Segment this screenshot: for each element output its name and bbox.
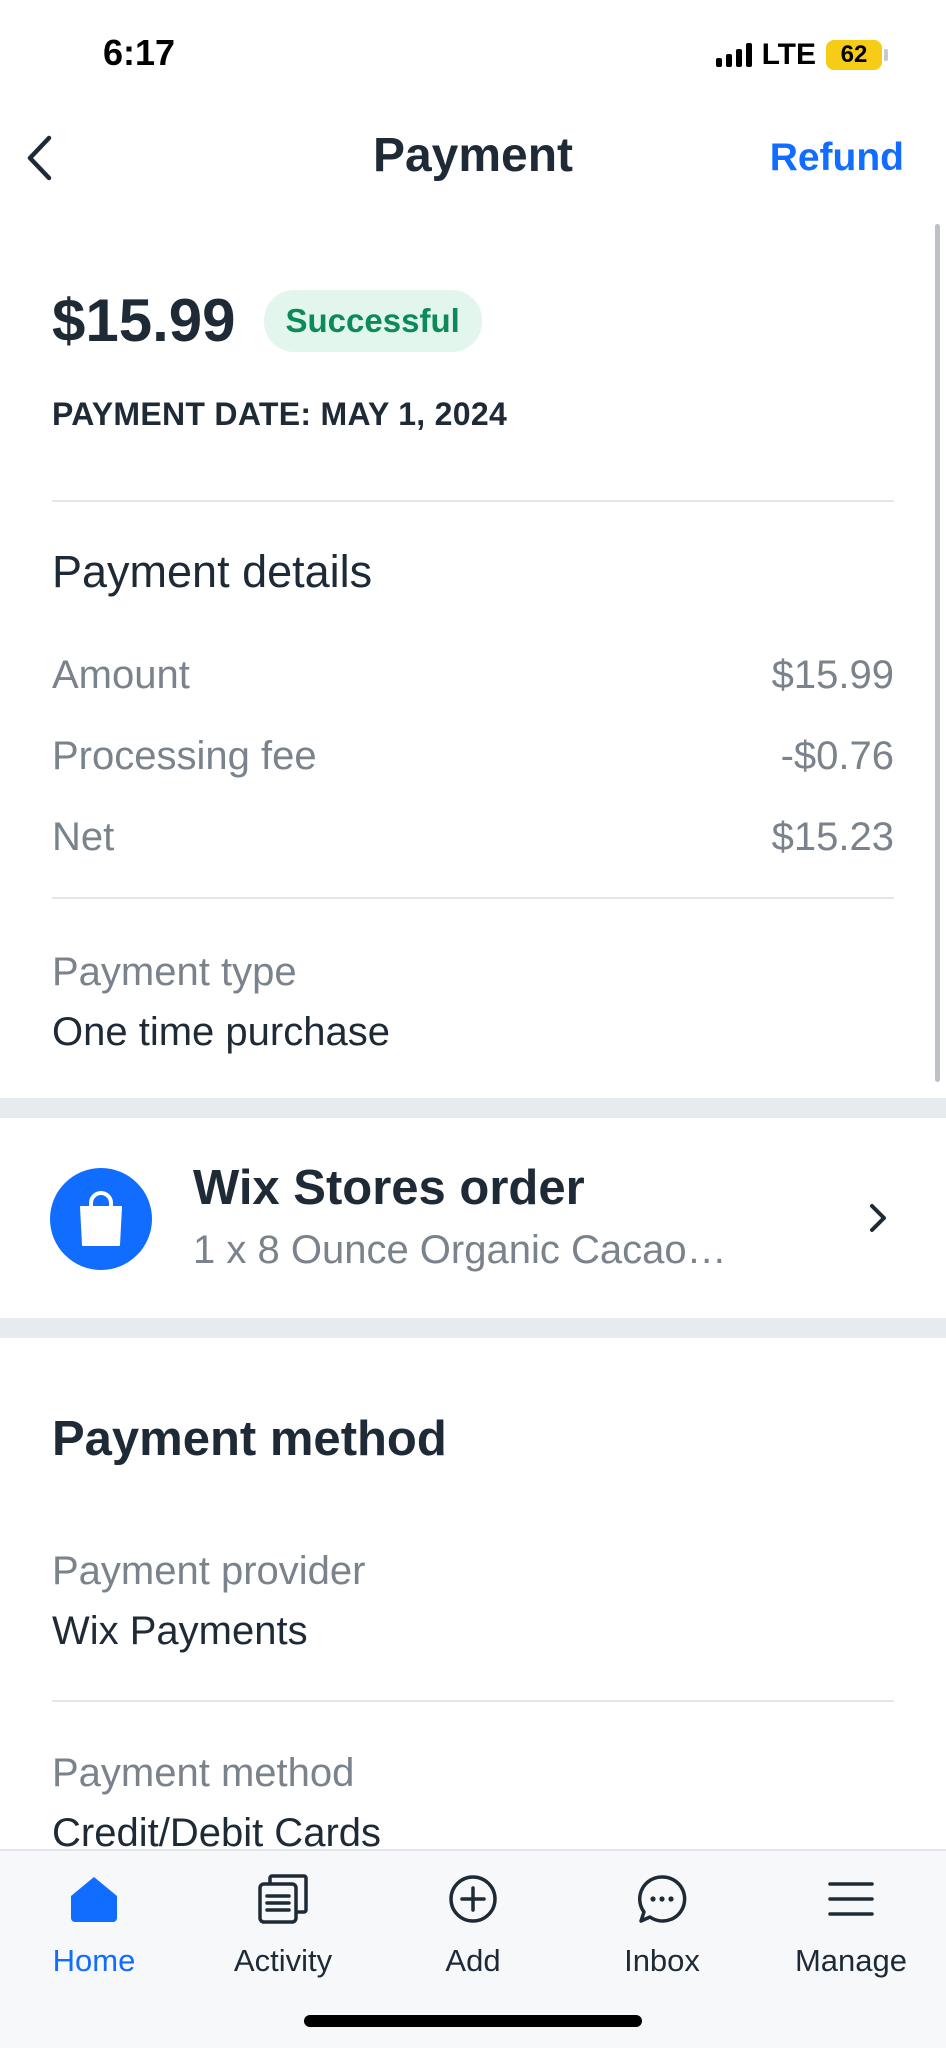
status-bar: 6:17 LTE 62 — [0, 0, 946, 110]
payment-provider-label: Payment provider — [52, 1549, 366, 1593]
detail-row-net: Net $15.23 — [52, 815, 894, 860]
order-title: Wix Stores order — [193, 1161, 585, 1215]
shopping-bag-icon — [50, 1168, 152, 1270]
divider — [52, 500, 894, 502]
tab-home[interactable]: Home — [9, 1869, 179, 1989]
status-indicators: LTE 62 — [715, 38, 888, 72]
order-items-summary: 1 x 8 Ounce Organic Cacao… — [193, 1228, 727, 1272]
tab-label: Home — [52, 1943, 136, 1978]
chevron-right-icon — [860, 1188, 896, 1248]
tab-label: Activity — [233, 1943, 333, 1978]
signal-icon — [715, 43, 752, 67]
detail-label: Amount — [52, 653, 190, 697]
payment-amount: $15.99 — [52, 287, 236, 354]
detail-row-processing-fee: Processing fee -$0.76 — [52, 734, 894, 779]
detail-value: -$0.76 — [780, 734, 894, 778]
menu-icon — [821, 1869, 881, 1929]
activity-icon — [253, 1869, 313, 1929]
tab-label: Inbox — [624, 1943, 700, 1978]
bottom-tab-bar: Home Activity Add Inbox Manage — [0, 1849, 946, 2048]
tab-label: Add — [445, 1943, 501, 1978]
detail-label: Net — [52, 815, 115, 859]
divider — [52, 897, 894, 899]
payment-details-title: Payment details — [52, 546, 373, 597]
payment-type-value: One time purchase — [52, 1010, 390, 1054]
section-separator — [0, 1318, 946, 1338]
tab-inbox[interactable]: Inbox — [577, 1869, 747, 1989]
refund-button[interactable]: Refund — [770, 136, 904, 180]
tab-label: Manage — [794, 1943, 908, 1978]
inbox-icon — [632, 1869, 692, 1929]
payment-date: PAYMENT DATE: MAY 1, 2024 — [52, 396, 508, 432]
battery-level: 62 — [826, 40, 882, 70]
scrollbar[interactable] — [935, 224, 940, 1082]
header: Payment Refund — [0, 110, 946, 220]
detail-value: $15.99 — [771, 653, 894, 697]
home-indicator — [304, 2015, 642, 2027]
battery-icon: 62 — [826, 40, 888, 70]
add-icon — [443, 1869, 503, 1929]
tab-activity[interactable]: Activity — [198, 1869, 368, 1989]
tab-manage[interactable]: Manage — [766, 1869, 936, 1989]
tab-add[interactable]: Add — [388, 1869, 558, 1989]
payment-type-label: Payment type — [52, 950, 297, 994]
payment-method-title: Payment method — [52, 1412, 447, 1466]
section-separator — [0, 1098, 946, 1118]
payment-method-label: Payment method — [52, 1751, 355, 1795]
detail-label: Processing fee — [52, 734, 317, 778]
detail-value: $15.23 — [771, 815, 894, 859]
wix-stores-order-card[interactable]: Wix Stores order 1 x 8 Ounce Organic Cac… — [0, 1118, 946, 1318]
status-badge: Successful — [263, 289, 482, 352]
status-time: 6:17 — [103, 32, 176, 73]
divider — [52, 1700, 894, 1702]
detail-row-amount: Amount $15.99 — [52, 653, 894, 698]
home-icon — [64, 1869, 124, 1929]
network-type: LTE — [761, 38, 816, 71]
payment-provider-value: Wix Payments — [52, 1609, 308, 1653]
